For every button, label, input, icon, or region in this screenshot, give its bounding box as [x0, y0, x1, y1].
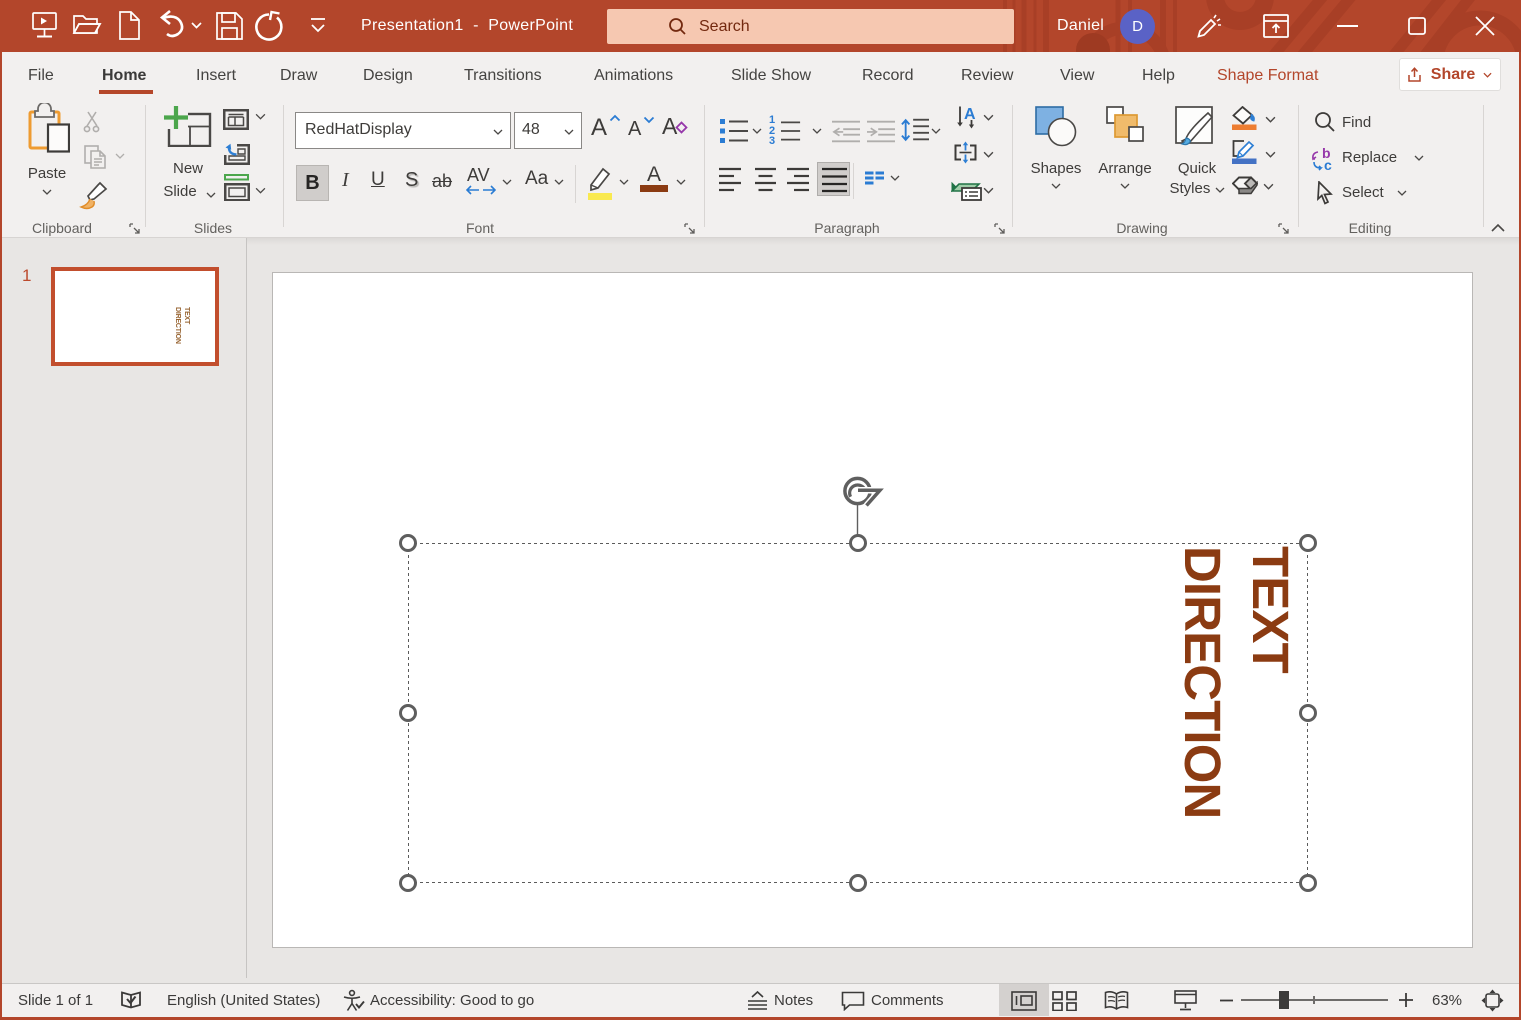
svg-text:A: A [964, 106, 976, 123]
svg-text:c: c [1324, 157, 1332, 172]
